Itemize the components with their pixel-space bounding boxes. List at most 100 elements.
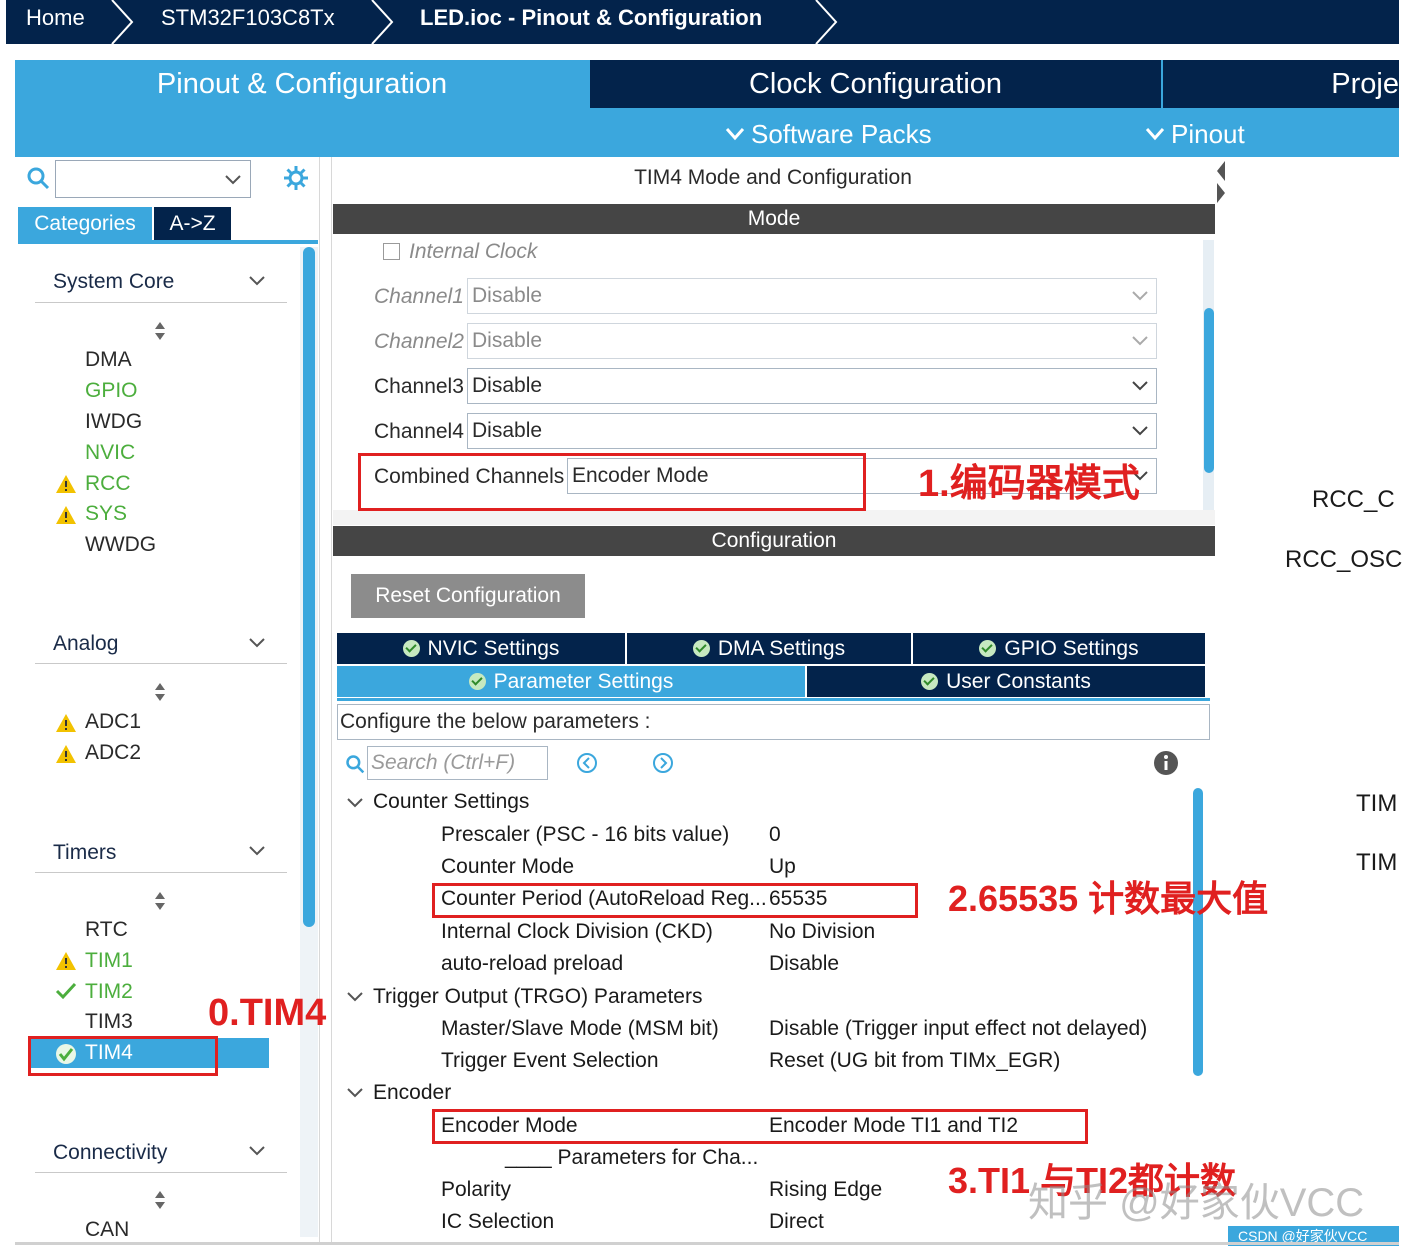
sort-icon[interactable] [152, 681, 168, 703]
internal-clock-checkbox[interactable] [383, 243, 400, 260]
chevron-down-icon[interactable] [347, 798, 363, 808]
main-tab-band: Pinout & Configuration Clock Configurati… [15, 60, 1399, 157]
annotation-step-0: 0.TIM4 [208, 992, 327, 1034]
param-name: Prescaler (PSC - 16 bits value) [441, 823, 730, 846]
tab-user-constants[interactable]: User Constants [807, 666, 1205, 697]
warning-icon [56, 952, 76, 970]
tab-categories[interactable]: Categories [18, 207, 152, 240]
section-trgo-parameters[interactable]: Trigger Output (TRGO) Parameters [373, 985, 702, 1009]
chevron-down-icon [1132, 426, 1148, 436]
tab-gpio-settings[interactable]: GPIO Settings [913, 633, 1205, 664]
category-item-rcc[interactable]: RCC [85, 472, 131, 496]
splitter[interactable] [333, 510, 1215, 525]
check-circle-icon [921, 673, 939, 690]
configure-parameters-header: Configure the below parameters : [337, 704, 1210, 740]
channel4-value: Disable [472, 419, 543, 442]
gear-icon[interactable] [282, 164, 310, 192]
channel2-value: Disable [472, 329, 543, 352]
group-connectivity[interactable]: Connectivity [53, 1141, 167, 1165]
category-item-adc2[interactable]: ADC2 [85, 741, 141, 765]
parameters-scrollbar-thumb[interactable] [1193, 788, 1203, 1076]
tab-dma-label: DMA Settings [717, 637, 846, 660]
param-value[interactable]: Disable [769, 952, 839, 976]
section-counter-settings[interactable]: Counter Settings [373, 790, 529, 814]
category-item-gpio[interactable]: GPIO [85, 379, 138, 403]
tab-project-manager[interactable]: Proje [1163, 60, 1399, 108]
check-icon [55, 982, 77, 1000]
previous-result-icon[interactable] [576, 752, 598, 774]
group-timers[interactable]: Timers [53, 841, 116, 865]
tab-parameter-settings[interactable]: Parameter Settings [337, 666, 805, 697]
category-item-tim1[interactable]: TIM1 [85, 949, 133, 973]
category-item-adc1[interactable]: ADC1 [85, 710, 141, 734]
param-value[interactable]: 0 [769, 823, 781, 847]
tab-underline [18, 240, 318, 244]
mode-scrollbar-thumb[interactable] [1204, 308, 1214, 473]
section-encoder[interactable]: Encoder [373, 1081, 451, 1105]
next-result-icon[interactable] [652, 752, 674, 774]
param-subheader: ____ Parameters for Cha... [505, 1146, 759, 1169]
annotation-box-encoder-mode [432, 1109, 1088, 1144]
tab-pinout-configuration[interactable]: Pinout & Configuration [15, 60, 589, 108]
param-value[interactable]: Reset (UG bit from TIMx_EGR) [769, 1049, 1060, 1073]
param-name: Master/Slave Mode (MSM bit) [441, 1017, 719, 1040]
search-icon[interactable] [26, 166, 50, 190]
category-item-iwdg[interactable]: IWDG [85, 410, 142, 434]
breadcrumb-separator-icon [371, 0, 394, 44]
chevron-down-icon[interactable] [248, 637, 266, 649]
bottom-border [15, 1242, 1399, 1245]
category-item-dma[interactable]: DMA [85, 348, 132, 372]
parameter-search-input[interactable]: Search (Ctrl+F) [367, 746, 548, 780]
sort-icon[interactable] [152, 890, 168, 912]
param-value[interactable]: Disable (Trigger input effect not delaye… [769, 1017, 1147, 1041]
tab-dma-settings[interactable]: DMA Settings [627, 633, 911, 664]
channel1-select[interactable]: Disable [467, 278, 1157, 314]
chevron-down-icon[interactable] [347, 1088, 363, 1098]
chevron-down-icon[interactable] [248, 845, 266, 857]
breadcrumb-home[interactable]: Home [26, 0, 85, 38]
param-value[interactable]: No Division [769, 920, 875, 944]
param-name: Polarity [441, 1178, 512, 1201]
param-name: auto-reload preload [441, 952, 624, 975]
chevron-down-icon[interactable] [248, 275, 266, 287]
info-icon[interactable] [1153, 750, 1179, 776]
category-item-tim3[interactable]: TIM3 [85, 1010, 133, 1034]
channel2-select[interactable]: Disable [467, 323, 1157, 359]
breadcrumb-current[interactable]: LED.ioc - Pinout & Configuration [420, 0, 762, 38]
group-analog[interactable]: Analog [53, 632, 118, 656]
param-value[interactable]: Direct [769, 1210, 824, 1234]
check-circle-icon [692, 640, 710, 657]
chevron-down-icon[interactable] [347, 992, 363, 1002]
panel-title: TIM4 Mode and Configuration [634, 166, 912, 189]
sort-icon[interactable] [152, 1189, 168, 1211]
category-item-wwdg[interactable]: WWDG [85, 533, 156, 557]
search-icon[interactable] [345, 754, 365, 774]
category-item-can[interactable]: CAN [85, 1218, 129, 1242]
channel4-select[interactable]: Disable [467, 413, 1157, 449]
categories-scrollbar-thumb[interactable] [303, 247, 315, 927]
param-value[interactable]: Up [769, 855, 796, 879]
tab-nvic-settings[interactable]: NVIC Settings [337, 633, 625, 664]
divider [35, 1172, 287, 1173]
category-item-rtc[interactable]: RTC [85, 918, 128, 942]
category-item-sys[interactable]: SYS [85, 502, 127, 526]
collapse-panel-icon[interactable] [1215, 157, 1227, 207]
tab-a-z[interactable]: A->Z [154, 207, 231, 240]
breadcrumb-device[interactable]: STM32F103C8Tx [161, 0, 335, 38]
menu-software-packs[interactable]: Software Packs [725, 116, 932, 152]
category-item-nvic[interactable]: NVIC [85, 441, 135, 465]
chevron-down-icon [1132, 291, 1148, 301]
tab-user-constants-label: User Constants [946, 670, 1091, 693]
channel3-select[interactable]: Disable [467, 368, 1157, 404]
annotation-step-1: 1.编码器模式 [918, 463, 1140, 505]
tab-clock-configuration[interactable]: Clock Configuration [590, 60, 1161, 108]
menu-pinout[interactable]: Pinout [1145, 116, 1245, 152]
category-search-combo[interactable] [55, 160, 251, 198]
reset-configuration-button[interactable]: Reset Configuration [351, 574, 585, 618]
sort-icon[interactable] [152, 320, 168, 342]
warning-icon [56, 506, 76, 524]
group-system-core[interactable]: System Core [53, 270, 174, 294]
category-item-tim2[interactable]: TIM2 [85, 980, 133, 1004]
param-value[interactable]: Rising Edge [769, 1178, 882, 1202]
chevron-down-icon[interactable] [248, 1145, 266, 1157]
